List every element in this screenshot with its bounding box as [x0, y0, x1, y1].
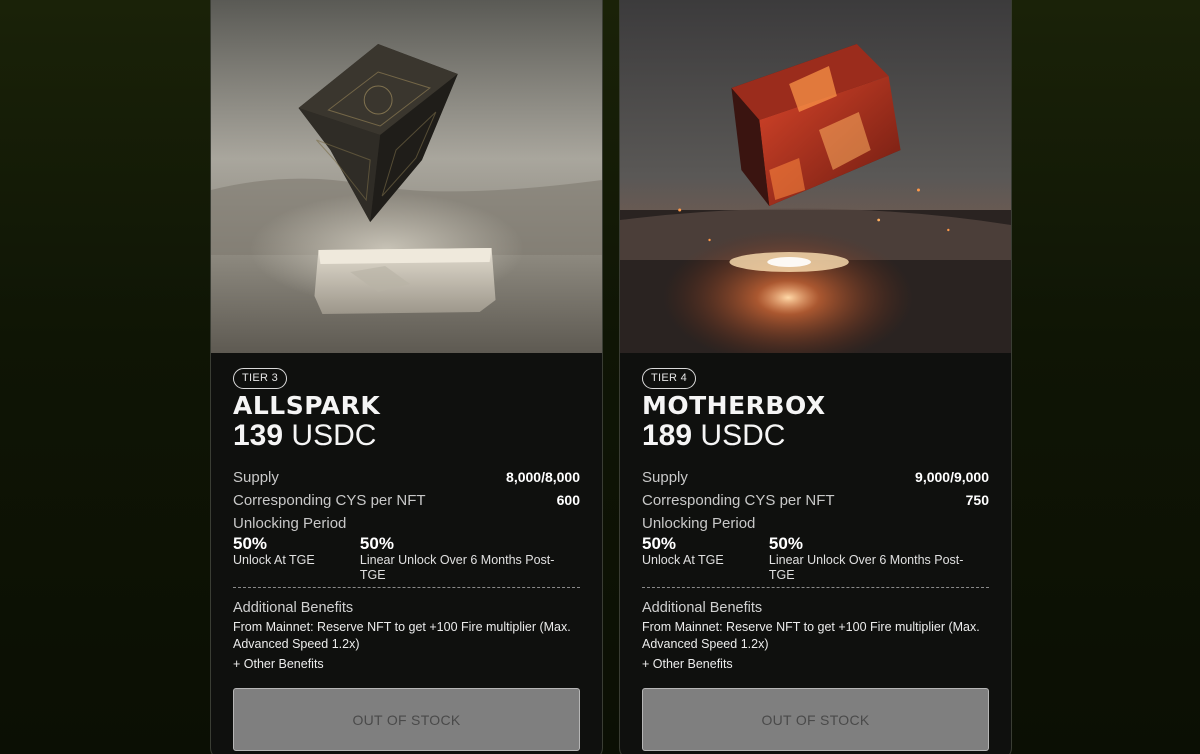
- unlocking-period-label: Unlocking Period: [642, 515, 756, 532]
- unlock-linear-percent: 50%: [768, 534, 803, 553]
- cys-label: Corresponding CYS per NFT: [642, 492, 835, 509]
- supply-row: Supply 9,000/9,000: [642, 466, 989, 489]
- nft-tier-list: TIER 3 ALLSPARK 139 USDC Supply 8,000/8,…: [0, 0, 1200, 754]
- supply-value: 8,000/8,000: [506, 469, 580, 485]
- supply-row: Supply 8,000/8,000: [233, 466, 580, 489]
- supply-label: Supply: [642, 469, 688, 486]
- benefits-title: Additional Benefits: [642, 600, 763, 616]
- benefits-title: Additional Benefits: [233, 600, 354, 616]
- cys-row: Corresponding CYS per NFT 600: [233, 489, 580, 512]
- floating-stone-cube-image: [211, 0, 602, 353]
- unlocking-period-label: Unlocking Period: [233, 515, 347, 532]
- cys-value: 750: [965, 492, 989, 508]
- tier-badge: TIER 3: [233, 368, 288, 389]
- price-unit: USDC: [700, 419, 786, 452]
- benefits-text: From Mainnet: Reserve NFT to get +100 Fi…: [233, 620, 571, 651]
- out-of-stock-button[interactable]: OUT OF STOCK: [233, 688, 580, 751]
- price: 189 USDC: [642, 419, 989, 453]
- supply-label: Supply: [233, 469, 279, 486]
- cys-label: Corresponding CYS per NFT: [233, 492, 426, 509]
- glowing-lava-cube-image: [620, 0, 1011, 353]
- unlock-tge: 50% Unlock At TGE: [233, 535, 360, 583]
- price-amount: 139: [233, 419, 284, 452]
- tier-card-motherbox: TIER 4 MOTHERBOX 189 USDC Supply 9,000/9…: [619, 0, 1012, 754]
- price-unit: USDC: [291, 419, 377, 452]
- out-of-stock-button[interactable]: OUT OF STOCK: [642, 688, 989, 751]
- unlock-tge-description: Unlock At TGE: [642, 553, 724, 567]
- unlock-linear: 50% Linear Unlock Over 6 Months Post-TGE: [769, 535, 989, 583]
- unlock-tge-percent: 50%: [233, 534, 268, 553]
- unlock-schedule: 50% Unlock At TGE 50% Linear Unlock Over…: [233, 535, 580, 583]
- dashed-divider: [233, 587, 580, 588]
- other-benefits: + Other Benefits: [233, 657, 324, 671]
- unlock-linear-description: Linear Unlock Over 6 Months Post-TGE: [768, 553, 964, 582]
- benefits-text: From Mainnet: Reserve NFT to get +100 Fi…: [642, 620, 980, 651]
- tier-badge: TIER 4: [642, 368, 697, 389]
- unlock-linear-description: Linear Unlock Over 6 Months Post-TGE: [359, 553, 555, 582]
- supply-value: 9,000/9,000: [915, 469, 989, 485]
- unlock-tge-description: Unlock At TGE: [233, 553, 315, 567]
- other-benefits: + Other Benefits: [642, 657, 733, 671]
- nft-name: ALLSPARK: [233, 391, 381, 420]
- dashed-divider: [642, 587, 989, 588]
- unlock-linear: 50% Linear Unlock Over 6 Months Post-TGE: [360, 535, 580, 583]
- nft-name: MOTHERBOX: [642, 391, 826, 420]
- price: 139 USDC: [233, 419, 580, 453]
- unlock-tge: 50% Unlock At TGE: [642, 535, 769, 583]
- unlock-schedule: 50% Unlock At TGE 50% Linear Unlock Over…: [642, 535, 989, 583]
- cys-row: Corresponding CYS per NFT 750: [642, 489, 989, 512]
- unlock-tge-percent: 50%: [642, 534, 677, 553]
- tier-card-allspark: TIER 3 ALLSPARK 139 USDC Supply 8,000/8,…: [210, 0, 603, 754]
- cys-value: 600: [556, 492, 580, 508]
- unlock-linear-percent: 50%: [359, 534, 394, 553]
- price-amount: 189: [642, 419, 693, 452]
